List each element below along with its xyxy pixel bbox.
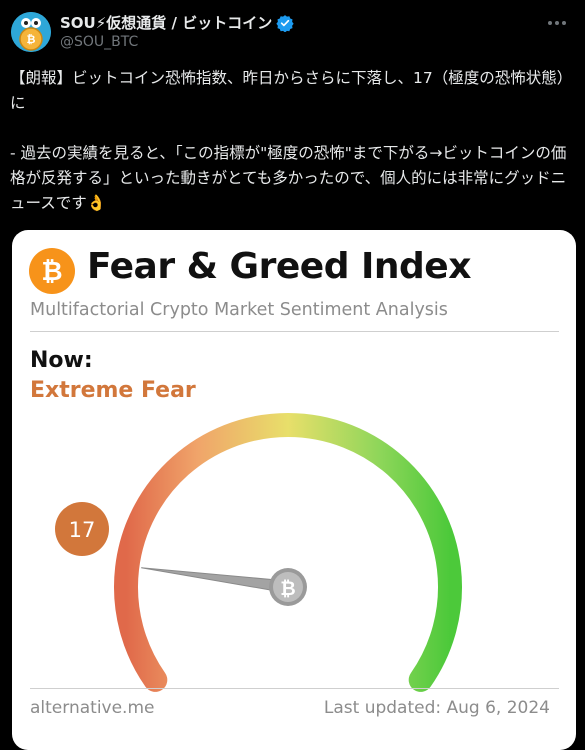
- value-badge: 17: [55, 502, 109, 556]
- gauge-arc: [114, 413, 462, 692]
- gauge-needle-pointer: [141, 567, 290, 594]
- hub-bitcoin-icon: ₿: [280, 578, 295, 600]
- needle-hub: ₿: [269, 568, 307, 606]
- user-handle[interactable]: @SOU_BTC: [60, 34, 138, 50]
- name-row: SOU⚡仮想通貨 / ビットコイン: [60, 12, 294, 33]
- divider: [30, 688, 559, 689]
- source-label: alternative.me: [30, 698, 155, 718]
- gauge-value: 17: [69, 518, 96, 542]
- tweet-paragraph: 【朗報】ビットコイン恐怖指数、昨日からさらに下落し、17（極度の恐怖状態）に: [10, 69, 573, 112]
- user-avatar[interactable]: ₿: [11, 12, 51, 52]
- gauge-needle: [141, 567, 290, 594]
- svg-text:₿: ₿: [27, 33, 36, 46]
- tweet-text: 【朗報】ビットコイン恐怖指数、昨日からさらに下落し、17（極度の恐怖状態）に -…: [10, 66, 575, 216]
- last-updated-label: Last updated: Aug 6, 2024: [323, 698, 550, 718]
- more-options-icon[interactable]: [545, 12, 569, 34]
- display-name[interactable]: SOU⚡仮想通貨 / ビットコイン: [60, 12, 272, 33]
- tweet-paragraph: - 過去の実績を見ると、「この指標が"極度の恐怖"まで下がる→ビットコインの価格…: [10, 144, 567, 212]
- paragraph-spacer: [10, 116, 575, 141]
- fear-greed-image[interactable]: ₿ Fear & Greed Index Multifactorial Cryp…: [12, 230, 576, 750]
- tweet-header: ₿ SOU⚡仮想通貨 / ビットコイン @SOU_BTC: [10, 10, 575, 54]
- sentiment-gauge: ₿ 17: [55, 413, 462, 692]
- verified-badge-icon: [276, 14, 294, 32]
